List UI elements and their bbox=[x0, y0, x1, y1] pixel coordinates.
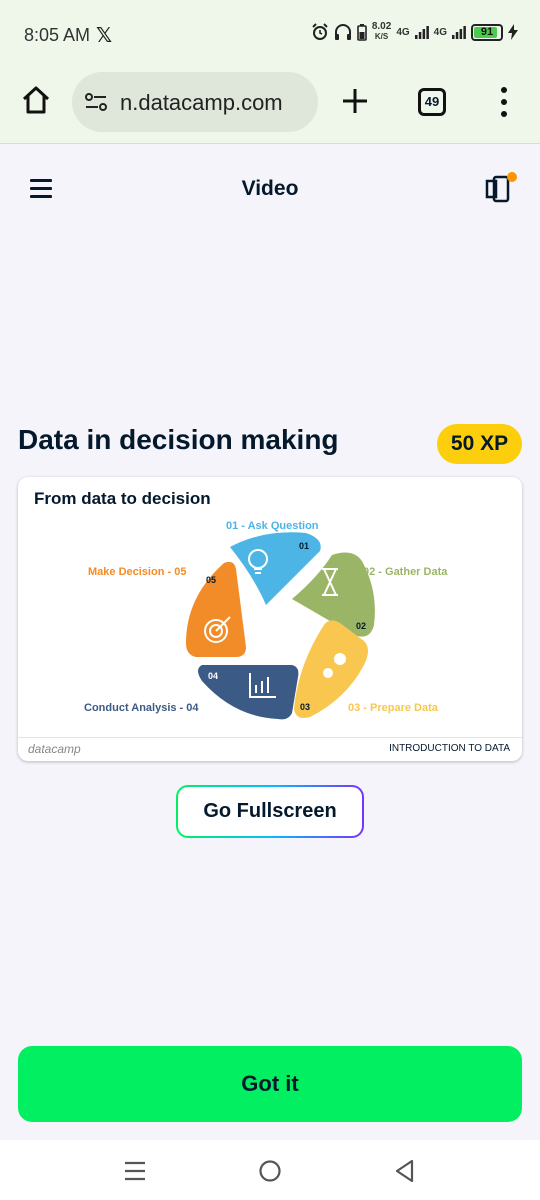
status-icons: 8.02 K/S 4G 4G 91 bbox=[311, 22, 518, 42]
status-time: 8:05 AM bbox=[24, 25, 91, 45]
segment-02-label: 02 - Gather Data bbox=[363, 566, 448, 578]
network-type-2: 4G bbox=[433, 26, 447, 38]
go-fullscreen-label: Go Fullscreen bbox=[178, 787, 362, 836]
browser-toolbar: n.datacamp.com 49 bbox=[0, 70, 540, 144]
status-bar: 8:05 AM 𝕏 8.02 K/S 4G 4G 91 bbox=[0, 0, 540, 70]
x-app-icon: 𝕏 bbox=[96, 25, 113, 47]
address-bar[interactable]: n.datacamp.com bbox=[72, 72, 318, 132]
home-icon[interactable] bbox=[20, 84, 52, 116]
home-nav-icon[interactable] bbox=[257, 1158, 283, 1184]
slide-footer: datacamp INTRODUCTION TO DATA bbox=[18, 737, 522, 761]
got-it-button[interactable]: Got it bbox=[18, 1046, 522, 1122]
app-header: Video bbox=[0, 145, 540, 235]
xp-badge: 50 XP bbox=[437, 424, 522, 464]
back-icon[interactable] bbox=[392, 1158, 418, 1184]
more-options-icon[interactable] bbox=[494, 84, 514, 120]
devices-icon[interactable] bbox=[484, 171, 518, 205]
new-tab-icon[interactable] bbox=[340, 86, 370, 116]
android-nav-bar bbox=[0, 1140, 540, 1200]
segment-04-num: 04 bbox=[208, 671, 218, 681]
segment-03-num: 03 bbox=[300, 702, 310, 712]
notification-dot bbox=[507, 172, 517, 182]
charging-icon bbox=[508, 24, 518, 40]
lesson-title: Data in decision making bbox=[18, 424, 339, 455]
segment-01-label: 01 - Ask Question bbox=[226, 520, 319, 532]
battery-icon: 91 bbox=[471, 23, 503, 41]
battery-percent: 91 bbox=[480, 25, 494, 38]
segment-05-num: 05 bbox=[206, 575, 216, 585]
battery-saver-icon bbox=[357, 24, 367, 41]
page-title: Video bbox=[241, 177, 299, 200]
datacamp-logo: datacamp bbox=[28, 742, 81, 756]
segment-05-label: Make Decision - 05 bbox=[88, 566, 186, 578]
video-slide[interactable]: From data to decision 01 01 - Ask Questi… bbox=[18, 477, 522, 761]
signal-icon bbox=[414, 26, 429, 39]
network-type-1: 4G bbox=[396, 26, 410, 38]
segment-03-label: 03 - Prepare Data bbox=[348, 702, 439, 714]
headphones-icon bbox=[334, 24, 351, 40]
decision-cycle-diagram: 01 01 - Ask Question 02 02 - Gather Data… bbox=[84, 520, 448, 720]
speed-value: 8.02 bbox=[371, 21, 392, 32]
segment-02-num: 02 bbox=[356, 621, 366, 631]
segment-04-label: Conduct Analysis - 04 bbox=[84, 702, 199, 714]
speed-unit: K/S bbox=[374, 32, 389, 41]
alarm-icon bbox=[312, 23, 328, 40]
segment-01-num: 01 bbox=[299, 541, 309, 551]
url-text[interactable]: n.datacamp.com bbox=[120, 90, 283, 116]
signal-icon-2 bbox=[452, 26, 466, 39]
site-settings-icon[interactable] bbox=[84, 90, 108, 114]
recents-icon[interactable] bbox=[122, 1158, 148, 1184]
course-name: INTRODUCTION TO DATA bbox=[389, 743, 510, 754]
go-fullscreen-button[interactable]: Go Fullscreen bbox=[176, 785, 364, 838]
network-speed: 8.02 K/S bbox=[372, 22, 391, 42]
tab-switcher-button[interactable]: 49 bbox=[418, 88, 446, 116]
